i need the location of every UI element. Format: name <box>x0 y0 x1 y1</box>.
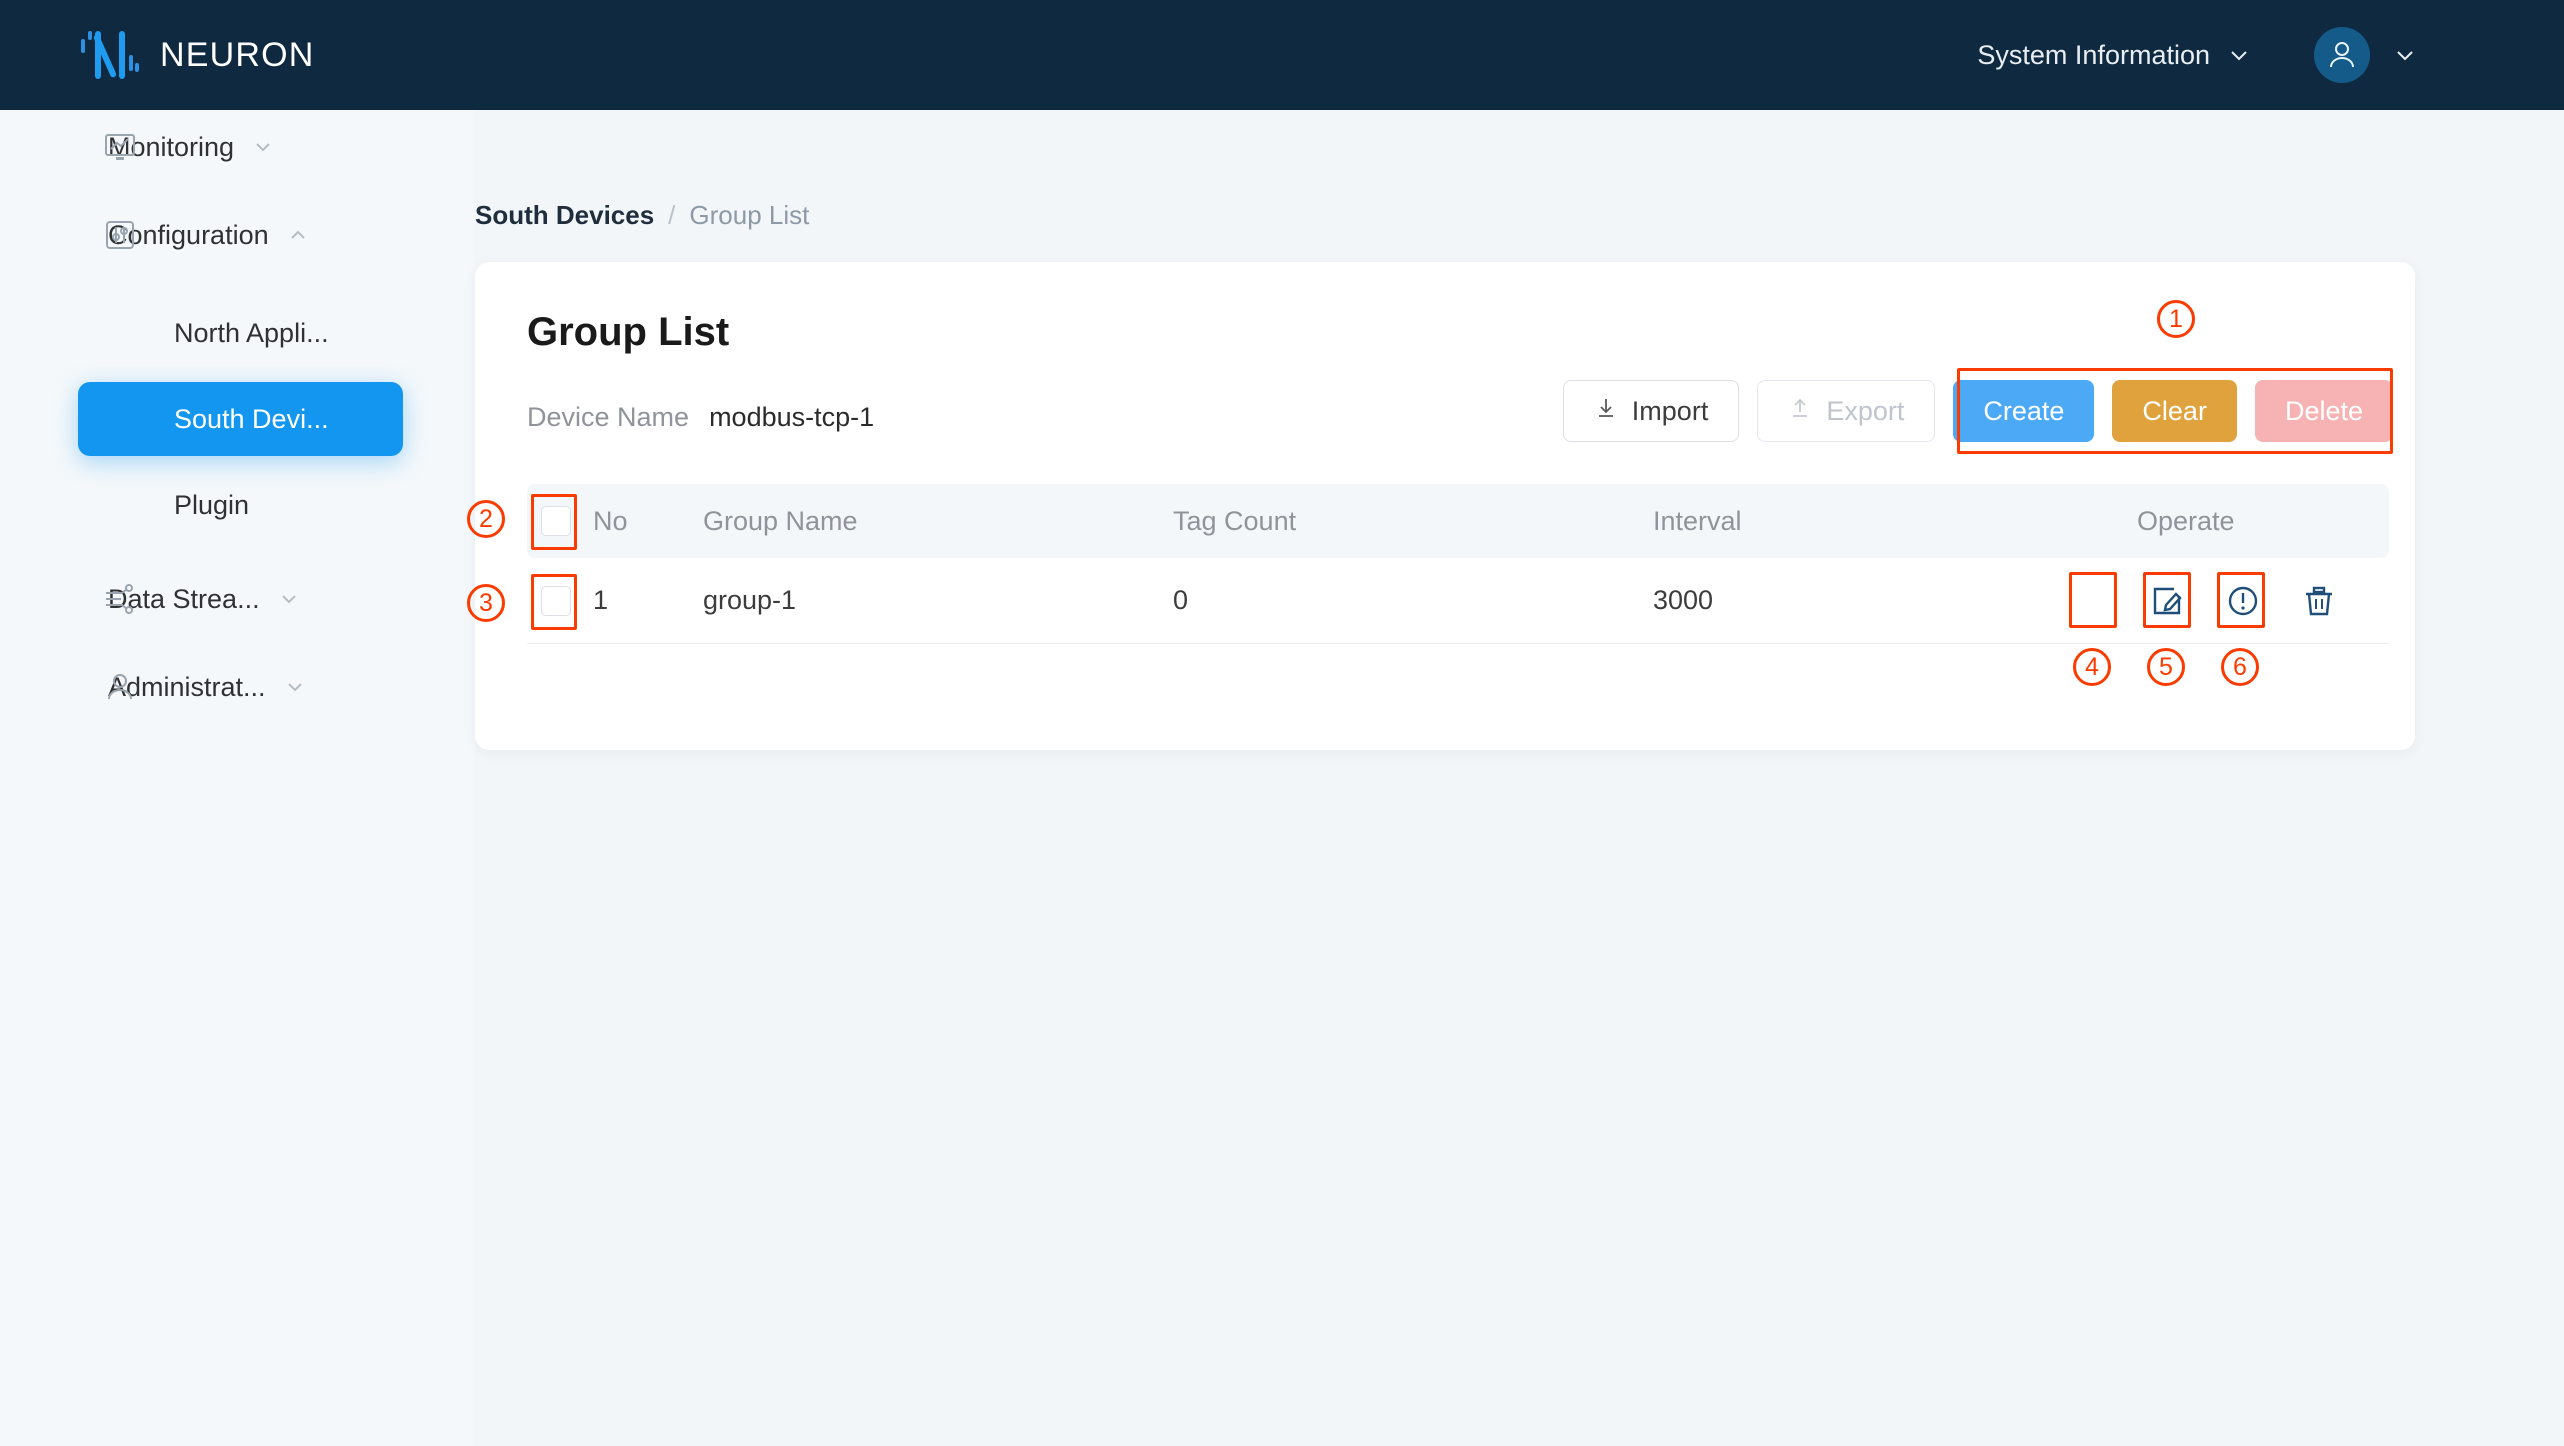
sidebar-item-monitoring[interactable]: Monitoring <box>0 110 274 184</box>
row-checkbox[interactable] <box>541 585 571 616</box>
create-button[interactable]: Create <box>1953 380 2095 442</box>
breadcrumb: South Devices / Group List <box>475 200 809 231</box>
neuron-logo-icon <box>78 27 140 83</box>
breadcrumb-current: Group List <box>689 200 810 230</box>
import-button[interactable]: Import <box>1562 380 1740 442</box>
import-button-label: Import <box>1631 395 1709 426</box>
cell-tag-count: 0 <box>1173 585 1189 615</box>
clear-button-label: Clear <box>2142 395 2207 426</box>
header-group-name: Group Name <box>703 505 858 536</box>
sidebar-item-data-streaming[interactable]: Data Strea... <box>0 562 300 636</box>
sliders-icon <box>100 215 140 255</box>
header-no: No <box>593 505 628 536</box>
sidebar-item-administration[interactable]: Administrat... <box>0 650 306 724</box>
delete-button-label: Delete <box>2284 395 2363 426</box>
table-header-row: No Group Name Tag Count Interval Operate <box>527 484 2389 558</box>
chevron-down-icon <box>284 676 306 698</box>
brand[interactable]: NEURON <box>78 27 315 83</box>
chevron-down-icon <box>252 136 274 158</box>
sidebar-item-label: South Devi... <box>174 403 329 434</box>
header-tag-count: Tag Count <box>1173 505 1297 536</box>
device-name-value: modbus-tcp-1 <box>709 402 875 432</box>
delete-button[interactable]: Delete <box>2254 380 2393 442</box>
data-stream-icon <box>100 579 140 619</box>
clear-button[interactable]: Clear <box>2112 380 2237 442</box>
cell-no: 1 <box>593 585 609 615</box>
device-name-label: Device Name <box>527 402 690 432</box>
user-menu[interactable] <box>2314 27 2416 83</box>
system-information-menu[interactable]: System Information <box>1977 40 2250 71</box>
annotation-marker-4: 4 <box>2073 648 2111 686</box>
export-button-label: Export <box>1826 395 1905 426</box>
toolbar-button-group: Import Export Create Clear Delete <box>1562 380 2393 442</box>
export-button[interactable]: Export <box>1757 380 1936 442</box>
chevron-down-icon <box>2228 44 2250 66</box>
group-table: No Group Name Tag Count Interval Operate… <box>527 484 2389 644</box>
sidebar-item-north-apps[interactable]: North Appli... <box>0 296 329 370</box>
sidebar-item-configuration[interactable]: Configuration <box>0 198 309 272</box>
topbar-right: System Information <box>1977 27 2416 83</box>
header-select-all-checkbox[interactable] <box>541 506 571 536</box>
system-information-label: System Information <box>1977 39 2210 70</box>
sidebar-item-label: North Appli... <box>174 317 329 348</box>
chevron-down-icon <box>278 588 300 610</box>
chevron-up-icon <box>287 224 309 246</box>
chevron-down-icon[interactable] <box>2394 44 2416 66</box>
annotation-marker-5: 5 <box>2147 648 2185 686</box>
device-name-field: Device Name modbus-tcp-1 <box>527 402 874 433</box>
sidebar: Monitoring Configuration North Appli... … <box>0 110 475 1446</box>
alert-circle-icon[interactable] <box>2223 581 2263 621</box>
header-select-all-cell <box>527 506 593 536</box>
sidebar-item-south-devices[interactable]: South Devi... <box>78 382 403 456</box>
trash-icon[interactable] <box>2299 581 2339 621</box>
create-button-label: Create <box>1983 395 2065 426</box>
page-title: Group List <box>527 310 730 354</box>
download-icon <box>1594 396 1618 427</box>
monitor-icon <box>100 127 140 167</box>
annotation-marker-6: 6 <box>2221 648 2259 686</box>
main-content: South Devices / Group List Group List De… <box>467 110 2564 1446</box>
edit-icon[interactable] <box>2147 581 2187 621</box>
breadcrumb-separator: / <box>668 200 676 230</box>
breadcrumb-root[interactable]: South Devices <box>475 200 654 231</box>
header-interval: Interval <box>1653 505 1742 536</box>
cell-interval: 3000 <box>1653 585 1714 615</box>
cell-operate <box>2133 581 2389 621</box>
sidebar-item-label: Plugin <box>174 489 250 520</box>
sidebar-item-plugin[interactable]: Plugin <box>0 468 249 542</box>
row-checkbox-cell <box>527 585 593 616</box>
header-operate: Operate <box>2137 505 2235 536</box>
brand-name: NEURON <box>160 35 315 74</box>
group-list-card: Group List Device Name modbus-tcp-1 Impo… <box>467 262 2415 750</box>
avatar[interactable] <box>2314 27 2370 83</box>
top-bar: NEURON System Information <box>0 0 2564 110</box>
cell-group-name: group-1 <box>703 585 797 615</box>
annotation-marker-1: 1 <box>2157 300 2195 338</box>
upload-icon <box>1788 396 1812 427</box>
user-icon <box>100 667 140 707</box>
table-row: 1 group-1 0 3000 <box>527 558 2389 644</box>
